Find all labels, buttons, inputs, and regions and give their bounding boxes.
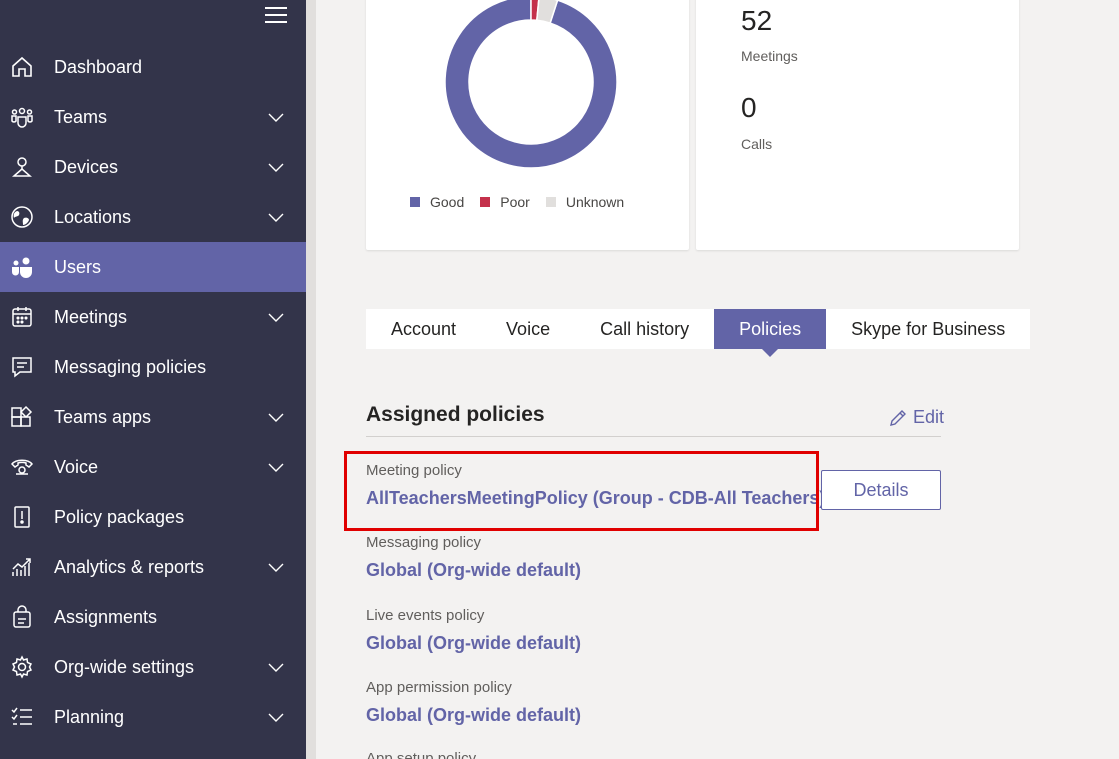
- edit-button[interactable]: Edit: [889, 407, 944, 428]
- sidebar-item-planning[interactable]: Planning: [0, 692, 306, 742]
- user-tabs: Account Voice Call history Policies Skyp…: [366, 309, 1031, 357]
- details-button[interactable]: Details: [821, 470, 941, 510]
- chevron-down-icon[interactable]: [268, 659, 284, 675]
- sidebar-item-teams-apps[interactable]: Teams apps: [0, 392, 306, 442]
- section-title: Assigned policies: [366, 403, 545, 426]
- sidebar-item-label: Dashboard: [54, 56, 143, 77]
- pencil-icon: [890, 409, 906, 426]
- sidebar-item-devices[interactable]: Devices: [0, 142, 306, 192]
- tab-account[interactable]: Account: [366, 309, 481, 349]
- gear-icon: [10, 655, 34, 679]
- calendar-icon: [10, 305, 34, 329]
- message-icon: [10, 355, 34, 379]
- devices-icon: [10, 155, 34, 179]
- phone-icon: [10, 455, 34, 479]
- messaging-policy-value[interactable]: Global (Org-wide default): [366, 560, 581, 581]
- sidebar-item-label: Org-wide settings: [54, 656, 195, 677]
- chevron-down-icon[interactable]: [268, 709, 284, 725]
- legend-label: Good: [430, 194, 465, 210]
- apps-icon: [10, 405, 34, 429]
- sidebar: Dashboard Teams Devices Locations Users …: [0, 0, 306, 759]
- messaging-policy-label: Messaging policy: [366, 534, 482, 551]
- teams-icon: [10, 105, 34, 129]
- donut-slice-good[interactable]: [445, 0, 617, 168]
- section-divider: [366, 436, 941, 437]
- policy-package-icon: [10, 505, 34, 529]
- sidebar-item-policy-packages[interactable]: Policy packages: [0, 492, 306, 542]
- sidebar-item-label: Policy packages: [54, 506, 185, 527]
- live-events-policy-value[interactable]: Global (Org-wide default): [366, 633, 581, 654]
- sidebar-item-users[interactable]: Users: [0, 242, 306, 292]
- sidebar-divider: [306, 0, 316, 759]
- sidebar-item-meetings[interactable]: Meetings: [0, 292, 306, 342]
- globe-icon: [10, 205, 34, 229]
- chevron-down-icon[interactable]: [268, 309, 284, 325]
- legend-item-poor: Poor: [480, 194, 530, 210]
- app-permission-policy-value[interactable]: Global (Org-wide default): [366, 705, 581, 726]
- sidebar-item-label: Teams apps: [54, 406, 152, 427]
- users-icon: [10, 255, 34, 279]
- sidebar-item-label: Analytics & reports: [54, 556, 205, 577]
- analytics-icon: [10, 555, 34, 579]
- sidebar-item-label: Devices: [54, 156, 119, 177]
- sidebar-item-label: Teams: [54, 106, 108, 127]
- call-quality-card: Good Poor Unknown: [366, 0, 689, 250]
- sidebar-item-label: Meetings: [54, 306, 128, 327]
- legend-swatch: [410, 197, 420, 207]
- live-events-policy-label: Live events policy: [366, 607, 485, 624]
- checklist-icon: [10, 705, 34, 729]
- meetings-count: 52: [741, 5, 773, 36]
- sidebar-item-label: Voice: [54, 456, 99, 477]
- sidebar-item-label: Assignments: [54, 606, 158, 627]
- sidebar-item-org-wide-settings[interactable]: Org-wide settings: [0, 642, 306, 692]
- chevron-down-icon[interactable]: [268, 109, 284, 125]
- sidebar-item-dashboard[interactable]: Dashboard: [0, 42, 306, 92]
- highlight-box: [344, 451, 819, 531]
- home-icon: [10, 55, 34, 79]
- calls-count: 0: [741, 92, 757, 123]
- legend-label: Poor: [500, 194, 530, 210]
- chevron-down-icon[interactable]: [268, 209, 284, 225]
- hamburger-icon[interactable]: [265, 7, 287, 25]
- legend-item-unknown: Unknown: [545, 194, 625, 210]
- legend-item-good: Good: [410, 194, 464, 210]
- assignments-icon: [10, 605, 34, 629]
- sidebar-item-locations[interactable]: Locations: [0, 192, 306, 242]
- legend-swatch: [480, 197, 491, 207]
- chevron-down-icon[interactable]: [268, 159, 284, 175]
- app-setup-policy-label: App setup policy: [366, 750, 477, 759]
- edit-label: Edit: [913, 407, 945, 427]
- donut-chart: [445, 0, 617, 168]
- legend-swatch: [545, 197, 556, 207]
- calls-label: Calls: [741, 136, 773, 152]
- sidebar-item-label: Messaging policies: [54, 356, 207, 377]
- legend-label: Unknown: [565, 194, 625, 210]
- sidebar-item-assignments[interactable]: Assignments: [0, 592, 306, 642]
- chart-legend: Good Poor Unknown: [410, 194, 640, 210]
- sidebar-item-analytics-reports[interactable]: Analytics & reports: [0, 542, 306, 592]
- tab-skype-for-business[interactable]: Skype for Business: [826, 309, 1030, 349]
- chevron-down-icon[interactable]: [268, 459, 284, 475]
- tab-policies[interactable]: Policies: [714, 309, 827, 357]
- sidebar-nav: Dashboard Teams Devices Locations Users …: [0, 42, 306, 742]
- sidebar-item-teams[interactable]: Teams: [0, 92, 306, 142]
- sidebar-item-label: Planning: [54, 706, 125, 727]
- app-permission-policy-label: App permission policy: [366, 679, 512, 696]
- tab-call-history[interactable]: Call history: [575, 309, 714, 349]
- sidebar-item-messaging-policies[interactable]: Messaging policies: [0, 342, 306, 392]
- chevron-down-icon[interactable]: [268, 559, 284, 575]
- chevron-down-icon[interactable]: [268, 409, 284, 425]
- tab-voice[interactable]: Voice: [481, 309, 575, 349]
- activity-stats-card: 52 Meetings 0 Calls: [696, 0, 1019, 250]
- sidebar-item-label: Users: [54, 256, 102, 277]
- meetings-label: Meetings: [741, 48, 798, 64]
- sidebar-item-voice[interactable]: Voice: [0, 442, 306, 492]
- sidebar-item-label: Locations: [54, 206, 132, 227]
